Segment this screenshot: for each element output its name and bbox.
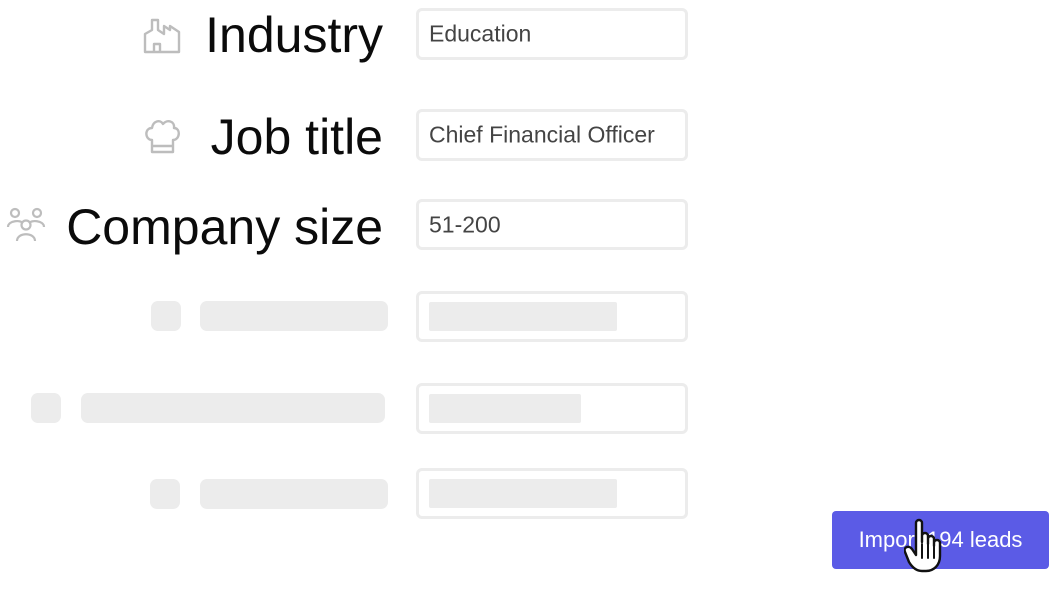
- team-icon: [6, 205, 46, 245]
- skeleton-label: [81, 393, 385, 423]
- skeleton-value: [429, 302, 617, 331]
- skeleton-input: [416, 383, 688, 434]
- company-size-value: 51-200: [429, 211, 501, 237]
- company-size-input[interactable]: 51-200: [416, 199, 688, 250]
- skeleton-icon: [150, 479, 180, 509]
- job-title-label: Job title: [210, 109, 383, 165]
- skeleton-value: [429, 479, 617, 508]
- hand-pointer-icon: [903, 518, 946, 579]
- skeleton-label: [200, 301, 388, 331]
- skeleton-input: [416, 291, 688, 342]
- chef-hat-icon: [142, 116, 182, 156]
- skeleton-icon: [151, 301, 181, 331]
- job-title-value: Chief Financial Officer: [429, 121, 655, 148]
- industry-value: Education: [429, 20, 532, 47]
- industry-input[interactable]: Education: [416, 8, 688, 60]
- factory-icon: [142, 16, 182, 54]
- job-title-input[interactable]: Chief Financial Officer: [416, 109, 688, 161]
- skeleton-value: [429, 394, 581, 423]
- company-size-label: Company size: [66, 199, 383, 255]
- skeleton-label: [200, 479, 388, 509]
- skeleton-input: [416, 468, 688, 519]
- skeleton-icon: [31, 393, 61, 423]
- industry-label: Industry: [205, 7, 383, 63]
